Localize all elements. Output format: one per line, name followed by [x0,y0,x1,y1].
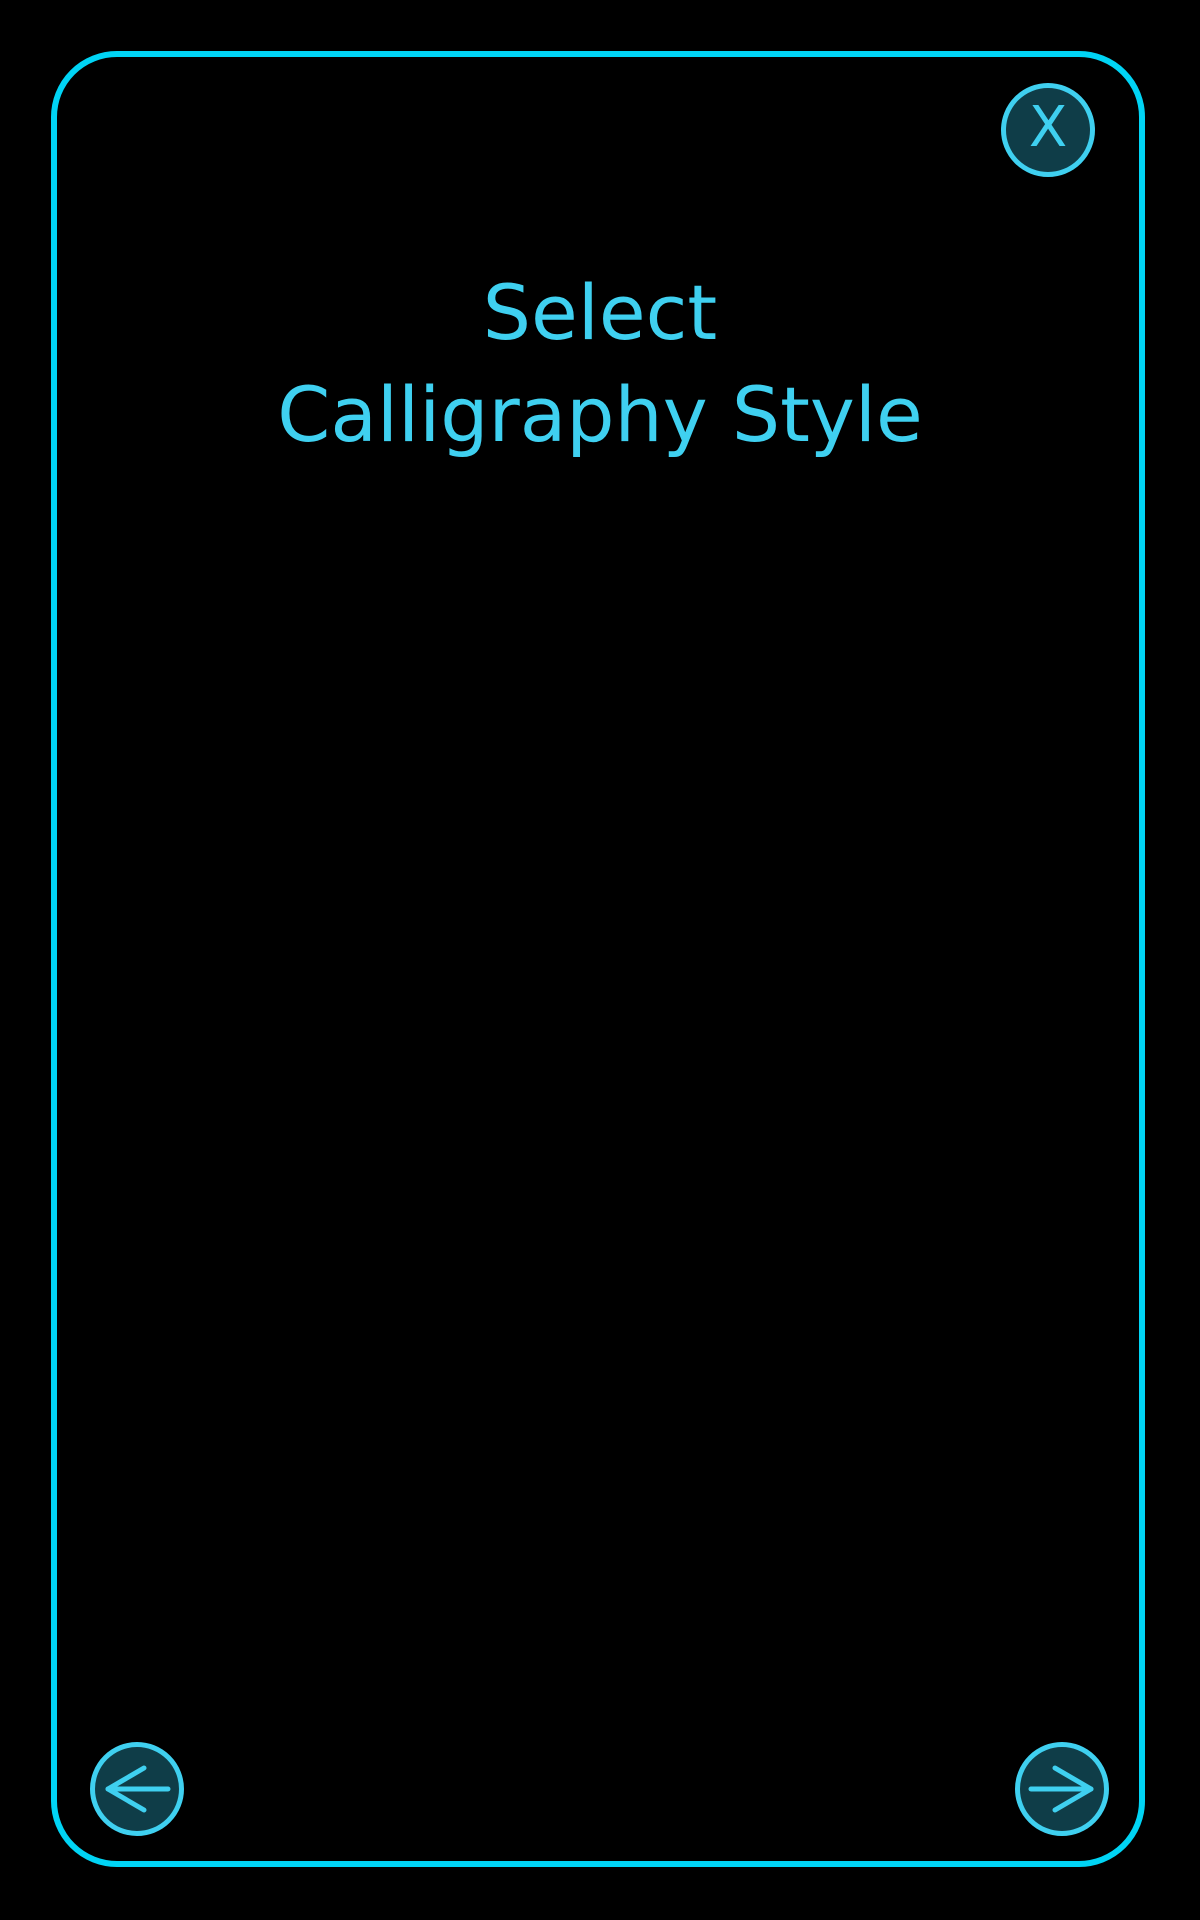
next-button[interactable] [1015,1742,1109,1836]
close-button[interactable]: X [1001,83,1095,177]
close-icon: X [1028,95,1068,160]
title-line-2: Calligraphy Style [277,370,923,459]
page-title: Select Calligraphy Style [0,262,1200,466]
calligraphy-style-screen: X Select Calligraphy Style [0,0,1200,1920]
previous-button[interactable] [90,1742,184,1836]
arrow-left-icon [105,1765,171,1813]
arrow-right-icon [1028,1765,1094,1813]
title-line-1: Select [482,268,718,357]
